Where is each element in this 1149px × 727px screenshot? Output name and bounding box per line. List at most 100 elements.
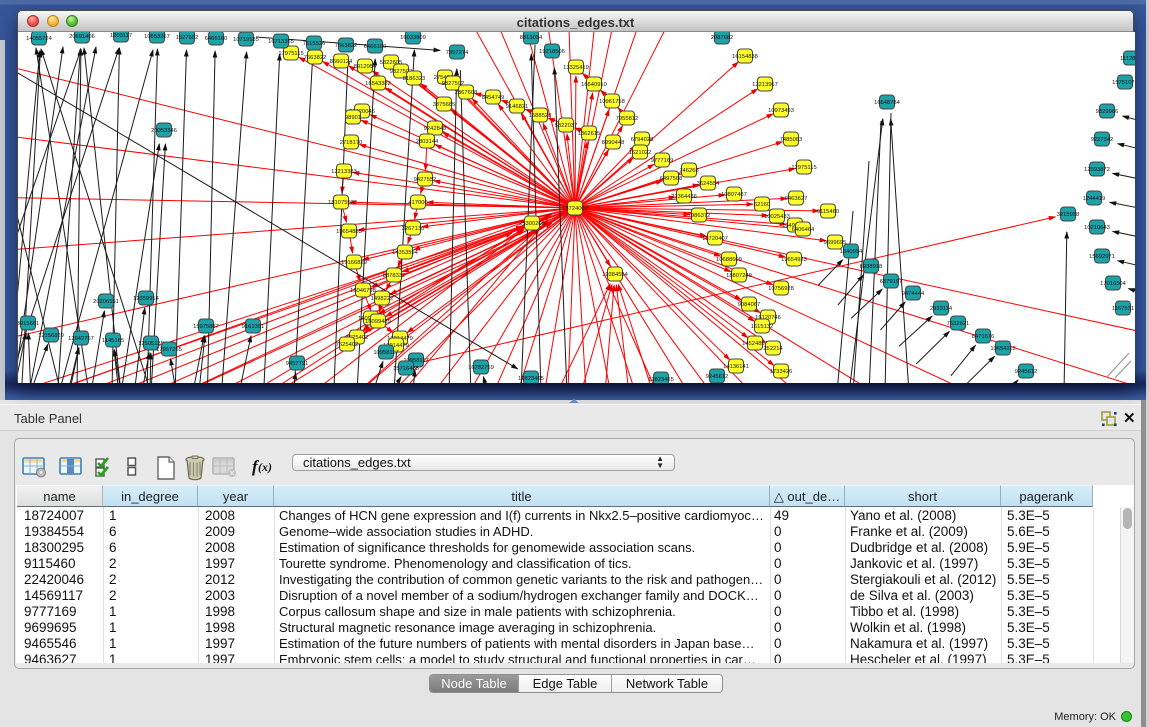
svg-text:10025433: 10025433 (764, 214, 790, 220)
svg-text:16543382: 16543382 (365, 81, 391, 87)
svg-text:7632621: 7632621 (947, 321, 970, 327)
svg-text:9463627: 9463627 (785, 196, 808, 202)
svg-text:16099489: 16099489 (365, 319, 391, 325)
svg-text:10958117: 10958117 (373, 350, 398, 356)
svg-text:9427552: 9427552 (414, 177, 437, 183)
svg-text:8186323: 8186323 (403, 76, 426, 82)
svg-text:2718170: 2718170 (340, 140, 363, 146)
svg-text:1588520: 1588520 (529, 113, 552, 119)
svg-text:13325419: 13325419 (563, 65, 589, 71)
svg-text:10688609: 10688609 (716, 257, 742, 263)
svg-text:8912954: 8912954 (354, 64, 377, 70)
svg-text:14353594: 14353594 (392, 250, 419, 256)
svg-text:10653267: 10653267 (144, 34, 170, 40)
svg-text:12093872: 12093872 (1084, 167, 1110, 173)
svg-text:5322037: 5322037 (555, 123, 578, 129)
svg-text:8660124: 8660124 (330, 59, 353, 65)
svg-text:19654923: 19654923 (781, 257, 807, 263)
svg-text:2803144: 2803144 (416, 139, 439, 145)
svg-text:10961758: 10961758 (599, 99, 625, 105)
svg-text:12213967: 12213967 (752, 82, 778, 88)
svg-text:3267130: 3267130 (402, 226, 425, 232)
svg-text:9161351: 9161351 (242, 324, 265, 330)
svg-text:12823465: 12823465 (648, 377, 674, 383)
svg-text:17975115: 17975115 (278, 51, 303, 57)
svg-text:8471676: 8471676 (972, 334, 995, 340)
svg-text:7955812: 7955812 (616, 116, 639, 122)
svg-text:2933114: 2933114 (930, 306, 953, 312)
svg-text:1498222: 1498222 (371, 296, 394, 302)
svg-text:20053346: 20053346 (151, 128, 177, 134)
svg-text:18724007: 18724007 (562, 206, 588, 212)
svg-text:6466160: 6466160 (364, 44, 387, 50)
svg-text:3215958: 3215958 (1057, 212, 1080, 218)
svg-text:1244419: 1244419 (1083, 196, 1106, 202)
svg-text:12823465: 12823465 (518, 376, 544, 382)
svg-text:1112874: 1112874 (1120, 56, 1135, 62)
svg-text:15751074: 15751074 (1112, 80, 1135, 86)
svg-text:8938918: 8938918 (860, 264, 883, 270)
svg-text:9242848: 9242848 (424, 126, 447, 132)
svg-text:417006: 417006 (408, 200, 427, 206)
svg-text:25300205: 25300205 (519, 221, 545, 227)
svg-text:9245612: 9245612 (706, 374, 729, 380)
svg-text:12942757: 12942757 (68, 336, 94, 342)
svg-text:6497568: 6497568 (660, 176, 683, 182)
svg-text:7625402: 7625402 (336, 342, 359, 348)
svg-text:19218506: 19218506 (539, 49, 565, 55)
svg-text:10756928: 10756928 (768, 286, 794, 292)
svg-text:9227342: 9227342 (1091, 137, 1114, 143)
svg-text:20206551: 20206551 (93, 299, 119, 305)
svg-text:19166829: 19166829 (341, 260, 367, 266)
svg-text:12213383: 12213383 (331, 169, 357, 175)
svg-text:16713355: 16713355 (268, 39, 294, 45)
svg-text:8454749: 8454749 (482, 95, 505, 101)
svg-text:15975887: 15975887 (193, 324, 219, 330)
svg-text:1615132: 1615132 (751, 324, 774, 330)
svg-text:7485063: 7485063 (780, 137, 803, 143)
svg-text:7515526: 7515526 (303, 41, 326, 47)
svg-text:16046798: 16046798 (350, 288, 376, 294)
svg-text:16154838: 16154838 (732, 54, 758, 60)
svg-text:6379197: 6379197 (880, 279, 903, 285)
svg-text:10719185: 10719185 (233, 37, 259, 43)
svg-text:17016504: 17016504 (1100, 281, 1127, 287)
svg-text:9777169: 9777169 (651, 158, 674, 164)
svg-text:15720407: 15720407 (702, 236, 728, 242)
svg-text:1733426: 1733426 (770, 369, 793, 375)
svg-text:16033809: 16033809 (400, 35, 426, 41)
svg-text:9084067: 9084067 (738, 302, 761, 308)
svg-text:12975115: 12975115 (791, 165, 816, 171)
svg-text:9699695: 9699695 (824, 240, 847, 246)
svg-text:16782759: 16782759 (468, 365, 494, 371)
svg-text:18107553: 18107553 (328, 200, 354, 206)
svg-text:10973493: 10973493 (768, 108, 794, 114)
svg-text:6406464: 6406464 (792, 227, 815, 233)
svg-text:3624554: 3624554 (697, 181, 720, 187)
svg-text:15692971: 15692971 (1089, 254, 1115, 260)
svg-text:8813054: 8813054 (520, 35, 543, 41)
svg-text:2087682: 2087682 (711, 35, 734, 41)
svg-text:15716485: 15716485 (393, 366, 419, 372)
svg-text:8878332: 8878332 (383, 273, 406, 279)
svg-text:12359914: 12359914 (133, 296, 160, 302)
svg-text:7663822: 7663822 (335, 43, 358, 49)
svg-text:9245612: 9245612 (1015, 369, 1038, 375)
svg-text:1167531: 1167531 (1112, 306, 1134, 312)
svg-text:3915661: 3915661 (18, 321, 39, 327)
svg-text:8990448: 8990448 (602, 140, 625, 146)
svg-text:6794028: 6794028 (631, 137, 654, 143)
svg-text:16648784: 16648784 (874, 100, 901, 106)
svg-text:62160: 62160 (754, 202, 770, 208)
svg-text:1362615: 1362615 (578, 131, 601, 137)
svg-text:(x): (x) (258, 460, 272, 474)
svg-text:7357274: 7357274 (446, 50, 469, 56)
svg-text:19384554: 19384554 (602, 272, 629, 278)
svg-text:21364436: 21364436 (671, 194, 697, 200)
svg-text:9457791: 9457791 (286, 361, 309, 367)
svg-text:14136141: 14136141 (723, 364, 749, 370)
svg-text:9146821: 9146821 (506, 104, 529, 110)
svg-text:2367608: 2367608 (455, 90, 478, 96)
svg-text:20691406: 20691406 (69, 34, 95, 40)
svg-text:10654112: 10654112 (990, 346, 1015, 352)
